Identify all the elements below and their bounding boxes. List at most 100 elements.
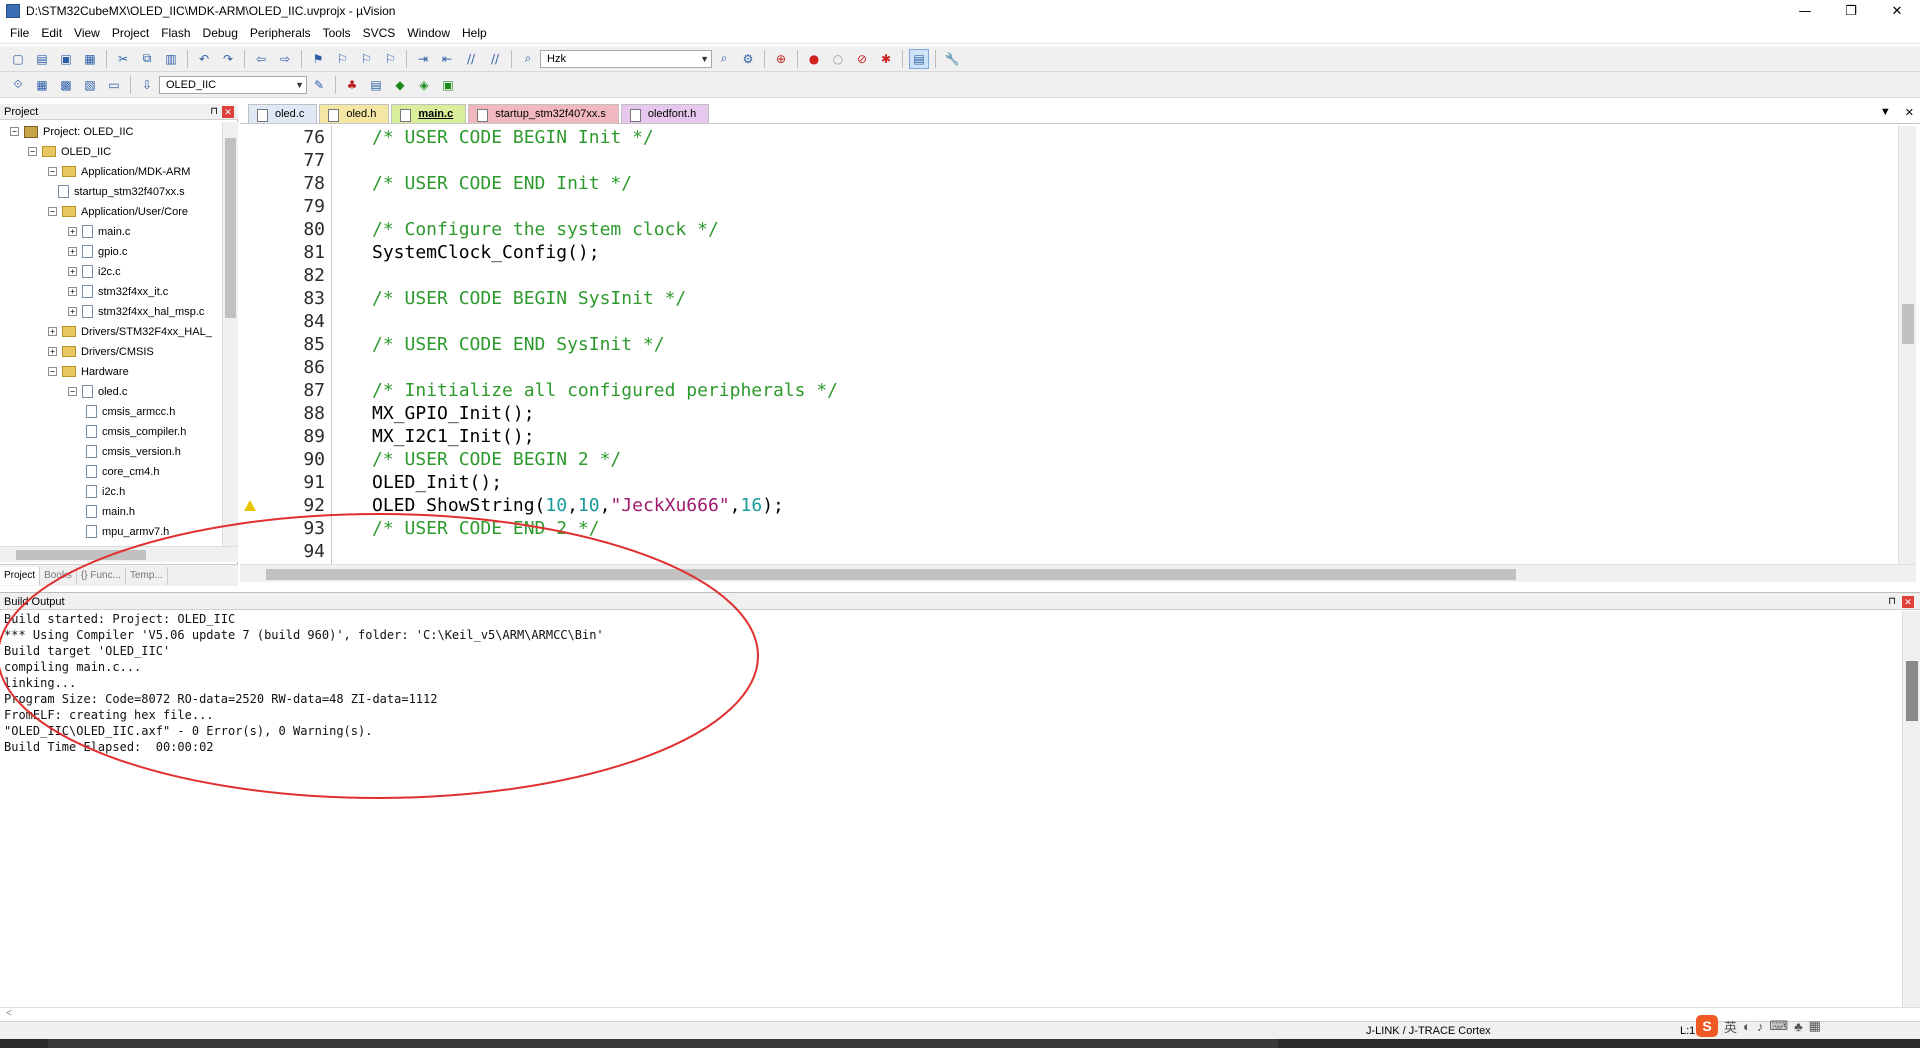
find-icon[interactable]: ⚙ [738, 49, 758, 69]
menu-flash[interactable]: Flash [155, 26, 196, 40]
save-icon[interactable]: ▣ [56, 49, 76, 69]
save-all-icon[interactable]: ▦ [80, 49, 100, 69]
tab-project[interactable]: Project [0, 566, 41, 585]
minimize-button[interactable]: — [1782, 0, 1828, 22]
breakpoint-disable-icon[interactable]: ○ [828, 49, 848, 69]
scroll-thumb[interactable] [1902, 304, 1914, 344]
warning-icon[interactable] [244, 500, 256, 511]
tab-startup-s[interactable]: startup_stm32f407xx.s [468, 104, 619, 123]
unindent-icon[interactable]: ⇤ [437, 49, 457, 69]
build-output-vscroll[interactable] [1902, 611, 1920, 1007]
translate-icon[interactable]: ⟐ [8, 75, 28, 95]
nav-back-icon[interactable]: ⇦ [251, 49, 271, 69]
tab-templates[interactable]: Temp... [126, 566, 168, 585]
ime-tools-icon[interactable]: ▦ [1809, 1018, 1821, 1034]
collapse-icon[interactable]: − [48, 167, 57, 176]
keyboard-icon[interactable]: ⌨ [1769, 1018, 1788, 1034]
tree-item[interactable]: − Application/User/Core [48, 202, 188, 221]
window-layout-icon[interactable]: ▤ [909, 48, 929, 69]
tree-item[interactable]: startup_stm32f407xx.s [58, 182, 185, 201]
tree-item[interactable]: + stm32f4xx_hal_msp.c [68, 302, 204, 321]
microphone-icon[interactable]: ♪ [1757, 1019, 1764, 1034]
tab-list-icon[interactable]: ▼ [1880, 106, 1891, 119]
bookmark-prev-icon[interactable]: ⚐ [332, 49, 352, 69]
editor-vscroll[interactable] [1898, 126, 1916, 564]
batch-build-icon[interactable]: ▧ [80, 75, 100, 95]
tree-item[interactable]: i2c.h [86, 482, 125, 501]
tree-item[interactable]: mpu_armv7.h [86, 522, 169, 541]
tab-oledfont-h[interactable]: oledfont.h [620, 104, 710, 123]
code-line[interactable]: /* Configure the system clock */ [372, 218, 719, 241]
collapse-icon[interactable]: − [48, 207, 57, 216]
menu-peripherals[interactable]: Peripherals [244, 26, 317, 40]
build-output-area[interactable]: Build started: Project: OLED_IIC *** Usin… [0, 611, 1902, 1007]
code-line[interactable]: /* USER CODE END 2 */ [372, 517, 600, 540]
expand-icon[interactable]: + [48, 347, 57, 356]
scroll-thumb[interactable] [1906, 661, 1918, 721]
tree-item[interactable]: + main.c [68, 222, 130, 241]
code-line[interactable]: OLED_Init(); [372, 471, 502, 494]
tree-item[interactable]: + Drivers/STM32F4xx_HAL_ [48, 322, 212, 341]
redo-icon[interactable]: ↷ [218, 49, 238, 69]
build-output-hscroll[interactable]: < [0, 1007, 1920, 1021]
scroll-thumb[interactable] [16, 550, 146, 560]
code-line[interactable]: OLED_ShowString(10,10,"JeckXu666",16); [372, 494, 784, 517]
sogou-logo-icon[interactable]: S [1696, 1015, 1718, 1037]
menu-edit[interactable]: Edit [35, 26, 68, 40]
pin-icon[interactable]: ⊓ [210, 104, 218, 120]
new-file-icon[interactable]: ▢ [8, 49, 28, 69]
close-panel-icon[interactable]: ✕ [222, 106, 234, 118]
collapse-icon[interactable]: − [28, 147, 37, 156]
expand-icon[interactable]: + [68, 307, 77, 316]
tree-item[interactable]: core_cm4.h [86, 462, 159, 481]
expand-icon[interactable]: + [68, 267, 77, 276]
indent-icon[interactable]: ⇥ [413, 49, 433, 69]
manage-components-icon[interactable]: ♣ [342, 75, 362, 95]
stop-build-icon[interactable]: ▭ [104, 75, 124, 95]
menu-tools[interactable]: Tools [317, 26, 357, 40]
code-line[interactable]: /* USER CODE BEGIN Init */ [372, 126, 654, 149]
tab-books[interactable]: Books [40, 566, 77, 585]
collapse-icon[interactable]: − [48, 367, 57, 376]
menu-help[interactable]: Help [456, 26, 493, 40]
rte-icon[interactable]: ▣ [438, 75, 458, 95]
code-line[interactable]: /* USER CODE END SysInit */ [372, 333, 665, 356]
breakpoint-insert-icon[interactable]: ● [804, 49, 824, 69]
menu-project[interactable]: Project [106, 26, 155, 40]
collapse-icon[interactable]: − [10, 127, 19, 136]
tree-item[interactable]: − Application/MDK-ARM [48, 162, 190, 181]
code-line[interactable]: /* Initialize all configured peripherals… [372, 379, 838, 402]
tab-oled-c[interactable]: oled.c [248, 104, 318, 123]
tree-item[interactable]: − oled.c [68, 382, 127, 401]
editor-gutter[interactable] [240, 126, 258, 564]
uncomment-icon[interactable]: // [485, 49, 505, 69]
menu-view[interactable]: View [68, 26, 106, 40]
ime-punct-icon[interactable]: ◐ [1743, 1019, 1751, 1034]
code-line[interactable]: /* USER CODE BEGIN 2 */ [372, 448, 621, 471]
pack-installer-icon[interactable]: ◆ [390, 75, 410, 95]
open-file-icon[interactable]: ▤ [32, 49, 52, 69]
build-icon[interactable]: ▦ [32, 75, 52, 95]
tab-functions[interactable]: {} Func... [77, 566, 126, 585]
undo-icon[interactable]: ↶ [194, 49, 214, 69]
tree-item[interactable]: − Project: OLED_IIC [10, 122, 133, 141]
bookmark-next-icon[interactable]: ⚐ [356, 49, 376, 69]
tree-item[interactable]: + Drivers/CMSIS [48, 342, 154, 361]
comment-icon[interactable]: // [461, 49, 481, 69]
select-packs-icon[interactable]: ◈ [414, 75, 434, 95]
tree-item[interactable]: + i2c.c [68, 262, 121, 281]
code-area[interactable]: /* USER CODE BEGIN Init */ /* USER CODE E… [334, 126, 1898, 564]
download-icon[interactable]: ⇩ [137, 75, 157, 95]
code-line[interactable]: /* USER CODE BEGIN SysInit */ [372, 287, 686, 310]
scroll-thumb[interactable] [225, 138, 236, 318]
tree-item[interactable]: cmsis_compiler.h [86, 422, 186, 441]
copy-icon[interactable]: ⧉ [137, 49, 157, 69]
target-options-icon[interactable]: ✎ [309, 75, 329, 95]
menu-file[interactable]: File [4, 26, 35, 40]
code-line[interactable]: MX_GPIO_Init(); [372, 402, 535, 425]
expand-icon[interactable]: + [68, 287, 77, 296]
code-line[interactable]: MX_I2C1_Init(); [372, 425, 535, 448]
cut-icon[interactable]: ✂ [113, 49, 133, 69]
expand-icon[interactable]: + [48, 327, 57, 336]
tab-main-c[interactable]: main.c [391, 104, 467, 123]
